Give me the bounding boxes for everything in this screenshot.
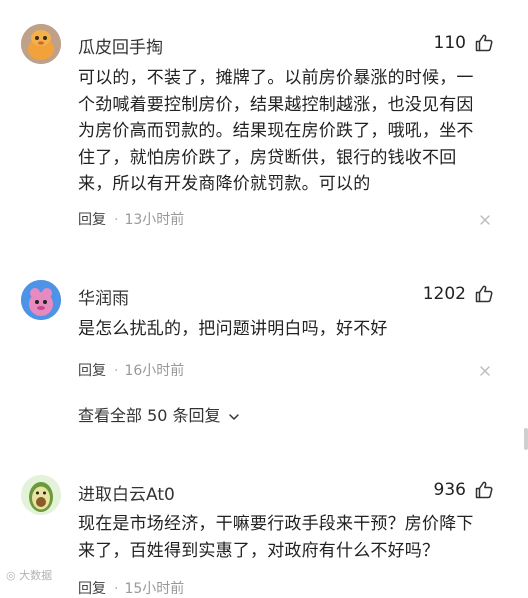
comment-meta: 回复 · 13小时前	[78, 209, 184, 229]
timestamp: 15小时前	[124, 581, 185, 597]
view-all-replies-button[interactable]: 查看全部 50 条回复	[78, 402, 240, 426]
comment-text: 可以的，不装了，摊牌了。以前房价暴涨的时候，一个劲喊着要控制房价，结果越控制越涨…	[78, 68, 474, 194]
thumbs-up-icon[interactable]	[474, 33, 494, 53]
comment-text: 现在是市场经济，干嘛要行政手段来干预？房价降下来了，百姓得到实惠了，对政府有什么…	[78, 514, 474, 561]
separator: ·	[114, 581, 119, 597]
like-count: 936	[433, 480, 466, 500]
comment-meta: 回复 · 16小时前	[78, 360, 184, 380]
comment-meta: 回复 · 15小时前	[78, 578, 184, 598]
timestamp: 13小时前	[124, 212, 185, 228]
reply-button[interactable]: 回复	[78, 363, 106, 379]
avatar[interactable]	[21, 24, 61, 64]
close-icon[interactable]	[479, 214, 491, 226]
comment-text: 是怎么扰乱的，把问题讲明白吗，好不好	[78, 319, 388, 339]
thumbs-up-icon[interactable]	[474, 284, 494, 304]
like-count: 1202	[422, 284, 466, 304]
separator: ·	[114, 212, 119, 228]
chevron-down-icon	[228, 413, 239, 420]
reply-button[interactable]: 回复	[78, 212, 106, 228]
watermark-icon: ◎	[6, 569, 16, 582]
thumbs-up-icon[interactable]	[474, 480, 494, 500]
avocado-avatar-icon	[21, 475, 61, 515]
close-icon[interactable]	[479, 365, 491, 377]
username[interactable]: 进取白云At0	[78, 480, 175, 505]
scrollbar[interactable]	[524, 428, 528, 450]
like-count: 110	[433, 33, 466, 53]
username[interactable]: 华润雨	[78, 284, 129, 309]
avatar[interactable]	[21, 280, 61, 320]
view-all-replies-label: 查看全部 50 条回复	[78, 406, 221, 425]
reply-button[interactable]: 回复	[78, 581, 106, 597]
pink-cartoon-avatar-icon	[21, 280, 61, 320]
username[interactable]: 瓜皮回手掏	[78, 33, 163, 58]
avatar[interactable]	[21, 475, 61, 515]
separator: ·	[114, 363, 119, 379]
watermark-text: 大数据	[19, 569, 53, 582]
orange-cartoon-avatar-icon	[21, 24, 61, 64]
timestamp: 16小时前	[124, 363, 185, 379]
watermark: ◎ 大数据	[6, 567, 52, 583]
